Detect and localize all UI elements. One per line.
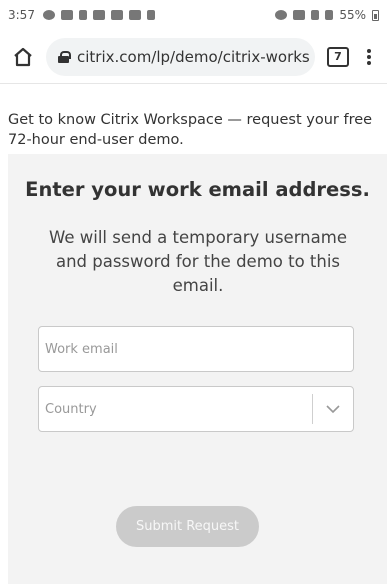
lock-icon [58,50,71,63]
submit-request-button[interactable]: Submit Request [116,506,259,547]
country-placeholder: Country [45,401,97,417]
news-icon [128,10,141,20]
linkedin-icon [110,10,123,20]
alarm-icon [275,10,288,20]
intro-text: Get to know Citrix Workspace — request y… [8,112,373,148]
battery-percent: 55% [339,8,366,22]
dot-icon [367,60,371,65]
dot-icon [367,48,371,53]
calendar-icon [60,10,73,20]
pandora-icon [78,10,87,20]
browser-toolbar: citrix.com/lp/demo/citrix-works 7 [0,30,387,84]
home-icon [14,47,32,66]
battery-icon [372,9,379,21]
dot-icon [367,54,371,59]
chevron-down-icon[interactable] [313,386,353,432]
data-saver-icon [42,10,55,20]
url-text: citrix.com/lp/demo/citrix-works [77,47,310,66]
notification-icons [42,10,155,20]
gmail-icon [92,10,105,20]
form-title: Enter your work email address. [25,178,370,201]
play-icon [146,10,155,20]
work-email-placeholder: Work email [45,341,118,357]
status-time: 3:57 [8,8,35,22]
status-bar: 3:57 55% [0,0,387,30]
work-email-input[interactable]: Work email [38,326,354,372]
form-subtitle: We will send a temporary username and pa… [49,228,347,295]
demo-request-form: Enter your work email address. We will s… [8,154,387,584]
wifi-icon [293,10,306,20]
system-icons: 55% [275,8,379,22]
signal-icon [325,10,334,20]
overflow-menu-button[interactable] [361,47,377,67]
tab-switcher-button[interactable]: 7 [327,46,349,67]
country-select[interactable]: Country [38,386,354,432]
signal-icon [311,10,320,20]
home-button[interactable] [10,44,36,70]
address-bar[interactable]: citrix.com/lp/demo/citrix-works [46,37,315,76]
